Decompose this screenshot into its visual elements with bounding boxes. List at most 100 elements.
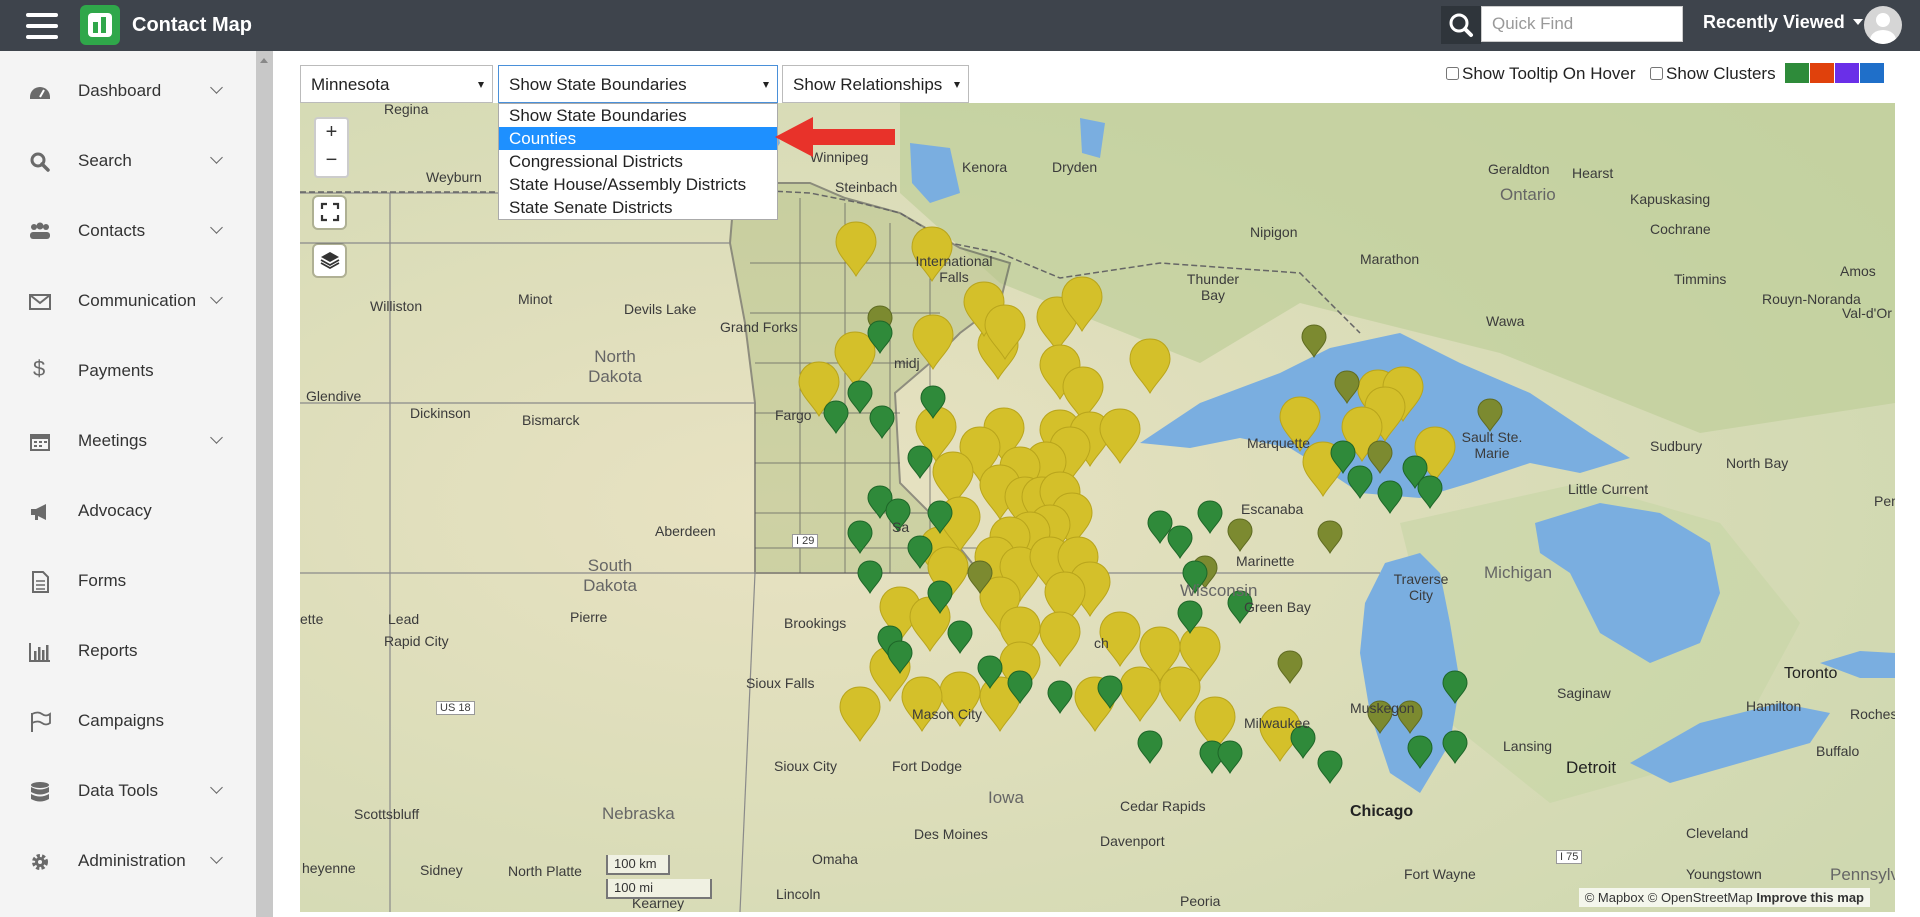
sidebar: Dashboard Search Contacts Communication … — [0, 51, 256, 917]
color-swatch-purple[interactable] — [1835, 63, 1859, 83]
boundaries-select[interactable]: Show State Boundaries — [498, 65, 778, 103]
boundaries-dropdown-list[interactable]: Show State Boundaries Counties Congressi… — [498, 103, 778, 220]
map-label: Iowa — [988, 788, 1024, 807]
scale-km: 100 km — [606, 855, 670, 875]
map-label: Devils Lake — [624, 301, 697, 317]
sidebar-item-dashboard[interactable]: Dashboard — [0, 69, 256, 113]
app-logo[interactable] — [80, 5, 120, 45]
layers-button[interactable] — [314, 245, 345, 276]
search-button[interactable] — [1441, 6, 1481, 44]
map-label: Marinette — [1236, 553, 1295, 569]
sidebar-item-forms[interactable]: Forms — [0, 559, 256, 603]
relationships-select-value: Show Relationships — [793, 75, 943, 94]
map-label: Green Bay — [1244, 599, 1311, 615]
dashboard-icon — [30, 87, 50, 99]
map-label: ch — [1094, 635, 1109, 651]
map-label: Grand Forks — [720, 319, 798, 335]
dropdown-option[interactable]: State House/Assembly Districts — [499, 173, 777, 196]
contacts-icon — [30, 222, 50, 239]
tooltip-option[interactable]: Show Tooltip On Hover — [1446, 64, 1636, 84]
map-label: Kapuskasing — [1630, 191, 1711, 207]
clusters-option-label: Show Clusters — [1666, 64, 1776, 83]
improve-map-link[interactable]: Improve this map — [1756, 890, 1864, 905]
map-label: Pem — [1874, 493, 1895, 509]
recently-viewed-label: Recently Viewed — [1703, 12, 1845, 32]
caret-down-icon — [478, 82, 484, 88]
map-label: Michigan — [1484, 563, 1553, 582]
sidebar-item-campaigns[interactable]: Campaigns — [0, 699, 256, 743]
map-label: Lincoln — [776, 886, 821, 902]
gear-icon — [32, 854, 48, 870]
color-swatch-blue[interactable] — [1860, 63, 1884, 83]
map-label: Amos — [1840, 263, 1876, 279]
map-label: Marathon — [1360, 251, 1420, 267]
zoom-out-button[interactable]: − — [314, 147, 349, 178]
map-label: Lead — [388, 611, 420, 627]
map-label: Escanaba — [1241, 501, 1304, 517]
map-label: South Dakota — [583, 556, 637, 595]
map-label: Buffalo — [1816, 743, 1860, 759]
contact-map[interactable]: Regina Weyburn Minot Williston Devils La… — [300, 103, 1895, 912]
map-label: Minot — [518, 291, 553, 307]
attribution-text[interactable]: © Mapbox © OpenStreetMap — [1585, 890, 1753, 905]
user-avatar[interactable] — [1864, 6, 1902, 44]
annotation-arrow-icon — [775, 117, 895, 157]
hamburger-menu-icon[interactable] — [26, 13, 58, 39]
sidebar-item-label: Reports — [78, 641, 138, 660]
zoom-in-button[interactable]: + — [314, 117, 349, 149]
sidebar-item-contacts[interactable]: Contacts — [0, 209, 256, 253]
flag-icon — [31, 711, 51, 732]
map-label: Cochrane — [1650, 221, 1711, 237]
file-icon — [32, 571, 49, 593]
search-icon — [30, 152, 50, 172]
quick-find-input[interactable] — [1481, 6, 1683, 42]
dropdown-option[interactable]: State Senate Districts — [499, 196, 777, 219]
sidebar-item-label: Forms — [78, 571, 127, 590]
sidebar-item-label: Campaigns — [78, 711, 164, 730]
sidebar-item-search[interactable]: Search — [0, 139, 256, 183]
map-label: Regina — [384, 103, 429, 117]
sidebar-item-payments[interactable]: $ Payments — [0, 349, 256, 393]
sidebar-item-label: Advocacy — [78, 501, 152, 520]
map-label: Sault Ste. Marie — [1461, 429, 1523, 461]
clusters-option[interactable]: Show Clusters — [1650, 64, 1776, 84]
sidebar-item-reports[interactable]: Reports — [0, 629, 256, 673]
sidebar-item-label: Search — [78, 151, 132, 170]
relationships-select[interactable]: Show Relationships — [782, 65, 969, 103]
map-label: Omaha — [812, 851, 858, 867]
sidebar-scrollbar[interactable] — [256, 51, 273, 917]
fullscreen-icon — [320, 202, 339, 222]
highway-shield: I 75 — [1556, 850, 1583, 864]
color-swatch-red[interactable] — [1810, 63, 1834, 83]
map-label: Sa — [892, 519, 910, 535]
fullscreen-button[interactable] — [314, 197, 345, 228]
map-label: Sidney — [420, 862, 463, 878]
dropdown-option[interactable]: Congressional Districts — [499, 150, 777, 173]
dropdown-option[interactable]: Show State Boundaries — [499, 104, 777, 127]
top-bar: Contact Map Recently Viewed — [0, 0, 1920, 51]
state-select[interactable]: Minnesota — [300, 65, 493, 103]
state-select-value: Minnesota — [311, 75, 390, 94]
chevron-down-icon — [210, 221, 223, 234]
sidebar-item-communication[interactable]: Communication — [0, 279, 256, 323]
map-label: Traverse City — [1393, 571, 1449, 603]
map-label: Rochester — [1850, 706, 1895, 722]
recently-viewed-menu[interactable]: Recently Viewed — [1703, 12, 1863, 33]
sidebar-item-administration[interactable]: Administration — [0, 839, 256, 883]
scale-mi: 100 mi — [606, 879, 712, 899]
sidebar-item-data-tools[interactable]: Data Tools — [0, 769, 256, 813]
chevron-down-icon — [210, 151, 223, 164]
caret-down-icon — [1852, 19, 1863, 25]
map-label: Cedar Rapids — [1120, 798, 1206, 814]
map-label: Val-d'Or — [1842, 305, 1892, 321]
map-attribution: © Mapbox © OpenStreetMap Improve this ma… — [1578, 888, 1870, 907]
color-swatch-green[interactable] — [1785, 63, 1809, 83]
sidebar-item-advocacy[interactable]: Advocacy — [0, 489, 256, 533]
sidebar-item-meetings[interactable]: Meetings — [0, 419, 256, 463]
tooltip-checkbox[interactable] — [1446, 67, 1459, 80]
map-label: Bismarck — [522, 412, 580, 428]
map-label: Hearst — [1572, 165, 1614, 181]
dropdown-option-selected[interactable]: Counties — [499, 127, 777, 150]
clusters-checkbox[interactable] — [1650, 67, 1663, 80]
map-label: Williston — [370, 298, 423, 314]
